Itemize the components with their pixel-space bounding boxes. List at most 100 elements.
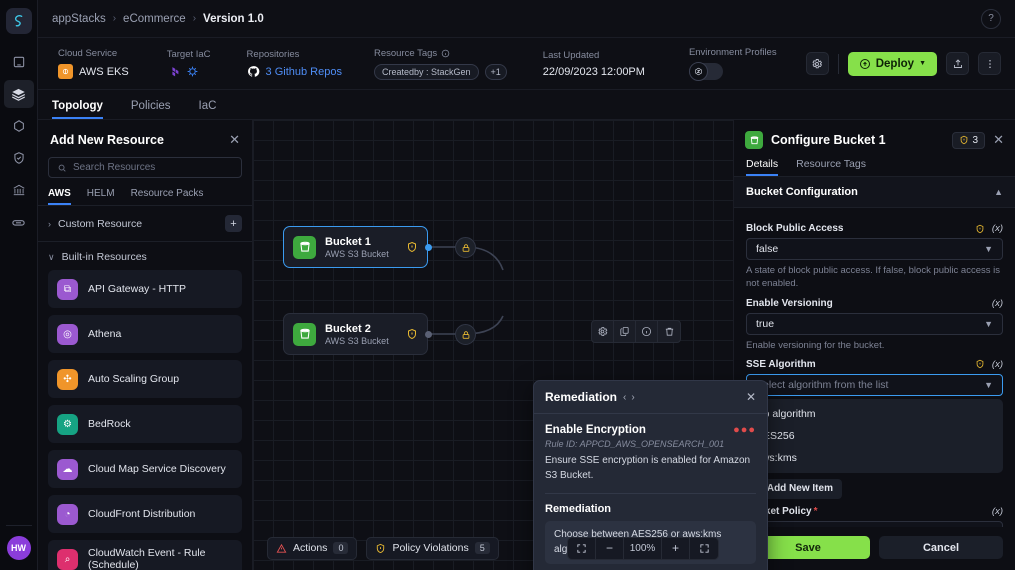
- terraform-icon[interactable]: [167, 65, 180, 78]
- resource-tab-resource-packs[interactable]: Resource Packs: [131, 188, 204, 205]
- resource-tag-overflow[interactable]: +1: [484, 63, 507, 80]
- resource-tag[interactable]: Createdby : StackGen: [373, 63, 479, 80]
- shield-warning-icon[interactable]: [975, 359, 985, 369]
- shield-warning-icon[interactable]: [406, 328, 418, 340]
- enable-versioning-select[interactable]: true ▼: [746, 312, 1003, 335]
- node-subtitle: AWS S3 Bucket: [325, 335, 389, 346]
- zoom-in-button[interactable]: +: [662, 537, 690, 559]
- close-icon[interactable]: ✕: [746, 390, 756, 404]
- list-item[interactable]: ⌕ CloudWatch Event - Rule (Schedule): [48, 540, 242, 570]
- fit-screen-icon[interactable]: [568, 537, 596, 559]
- sse-algorithm-dropdown[interactable]: No algorithm AES256 aws:kms: [746, 398, 1003, 473]
- question-icon[interactable]: ?: [981, 8, 1001, 29]
- list-item[interactable]: ◎ Athena: [48, 315, 242, 353]
- resource-type-icon: ⧉: [57, 278, 78, 300]
- breadcrumb-separator: ›: [192, 13, 197, 24]
- rail-item-docs[interactable]: [4, 48, 34, 76]
- zoom-out-button[interactable]: −: [596, 537, 624, 559]
- chevron-up-icon[interactable]: ▲: [994, 187, 1003, 197]
- aws-eks-icon: [58, 64, 73, 79]
- resource-tab-helm[interactable]: HELM: [87, 188, 115, 205]
- tab-iac[interactable]: IaC: [199, 100, 231, 119]
- list-item-label: Cloud Map Service Discovery: [88, 463, 226, 475]
- expand-icon[interactable]: [690, 538, 718, 559]
- node-bucket-2[interactable]: Bucket 2 AWS S3 Bucket: [283, 313, 428, 355]
- close-icon[interactable]: ✕: [993, 132, 1004, 148]
- cancel-button[interactable]: Cancel: [879, 536, 1003, 559]
- config-tabs: Details Resource Tags: [734, 158, 1015, 177]
- list-item[interactable]: ◔ CloudFront Distribution: [48, 495, 242, 533]
- chevron-right-icon[interactable]: ›: [631, 392, 634, 403]
- field-adornments: (x): [975, 359, 1003, 370]
- list-item-label: CloudFront Distribution: [88, 508, 196, 520]
- list-item[interactable]: ✣ Auto Scaling Group: [48, 360, 242, 398]
- stackgen-logo-icon[interactable]: [5, 8, 32, 34]
- builtin-resources-section[interactable]: ∨ Built-in Resources: [38, 242, 252, 270]
- breadcrumb-item-0[interactable]: appStacks: [52, 13, 106, 25]
- list-item-label: Athena: [88, 328, 122, 340]
- rail-item-governance[interactable]: [4, 176, 34, 204]
- field-hint: Enable versioning for the bucket.: [746, 339, 885, 351]
- badge-count: 3: [972, 134, 979, 146]
- search-input[interactable]: Search Resources: [48, 157, 242, 178]
- resource-tab-aws[interactable]: AWS: [48, 188, 71, 205]
- node-bucket-1[interactable]: Bucket 1 AWS S3 Bucket: [283, 226, 428, 268]
- list-item[interactable]: ⚙ BedRock: [48, 405, 242, 443]
- add-new-item-label: Add New Item: [766, 483, 833, 495]
- status-badge[interactable]: 3: [951, 131, 986, 149]
- gear-icon[interactable]: [805, 52, 829, 75]
- node-port-out-1[interactable]: [425, 244, 432, 251]
- plus-icon[interactable]: +: [225, 215, 242, 232]
- dropdown-option[interactable]: AES256: [746, 425, 1003, 447]
- deploy-button[interactable]: Deploy ▼: [847, 51, 937, 76]
- chevron-left-icon[interactable]: ‹: [623, 392, 626, 403]
- environment-profiles-toggle[interactable]: [688, 62, 723, 81]
- expression-toggle[interactable]: (x): [992, 223, 1003, 234]
- meta-last-updated: Last Updated 22/09/2023 12:00PM: [543, 50, 645, 78]
- dropdown-option[interactable]: aws:kms: [746, 447, 1003, 469]
- application-window: HW appStacks › eCommerce › Version 1.0 ?…: [0, 0, 1015, 570]
- breadcrumb-item-1[interactable]: eCommerce: [123, 13, 186, 25]
- rail-item-stacks[interactable]: [3, 80, 34, 108]
- field-hint: A state of block public access. If false…: [746, 265, 1000, 290]
- resource-list[interactable]: ⧉ API Gateway - HTTP ◎ Athena ✣ Auto Scaling …: [38, 270, 252, 570]
- expression-toggle[interactable]: (x): [992, 359, 1003, 370]
- shield-warning-icon[interactable]: [975, 224, 985, 234]
- rail-item-policies[interactable]: [4, 144, 34, 172]
- resource-type-icon: ⌕: [57, 548, 78, 570]
- share-icon[interactable]: [946, 52, 969, 75]
- dropdown-option[interactable]: No algorithm: [746, 403, 1003, 425]
- node-port-out-2[interactable]: [425, 331, 432, 338]
- info-icon[interactable]: [441, 49, 450, 58]
- block-public-access-select[interactable]: false ▼: [746, 238, 1003, 260]
- kebab-menu-icon[interactable]: [978, 52, 1001, 75]
- avatar[interactable]: HW: [6, 536, 31, 560]
- github-icon: [247, 65, 260, 78]
- meta-cloud-service: Cloud Service AWS EKS: [58, 48, 129, 79]
- helm-icon[interactable]: [186, 65, 199, 78]
- close-icon[interactable]: ✕: [229, 132, 240, 148]
- repositories-link[interactable]: 3 Github Repos: [266, 66, 342, 78]
- tab-policies[interactable]: Policies: [131, 100, 185, 119]
- lock-icon[interactable]: [455, 324, 476, 345]
- sse-algorithm-select[interactable]: Select algorithm from the list ▼: [746, 373, 1003, 396]
- meta-resource-tags: Resource Tags Createdby : StackGen +1: [373, 48, 507, 80]
- breadcrumb-bar: appStacks › eCommerce › Version 1.0 ?: [38, 0, 1015, 38]
- rail-item-resources[interactable]: [4, 112, 34, 140]
- field-block-public-access-row: Block Public Access (x): [746, 223, 1003, 234]
- expression-toggle[interactable]: (x): [992, 298, 1003, 309]
- custom-resource-section[interactable]: › Custom Resource +: [38, 206, 252, 242]
- list-item[interactable]: ⧉ API Gateway - HTTP: [48, 270, 242, 308]
- breadcrumb-item-2: Version 1.0: [203, 12, 264, 25]
- tab-topology[interactable]: Topology: [52, 100, 117, 119]
- shield-warning-icon: [959, 135, 969, 145]
- field-label: SSE Algorithm: [746, 358, 816, 370]
- tab-resource-tags[interactable]: Resource Tags: [796, 158, 866, 176]
- tab-details[interactable]: Details: [746, 158, 779, 176]
- bucket-configuration-section[interactable]: Bucket Configuration ▲: [734, 177, 1015, 208]
- lock-icon[interactable]: [455, 237, 476, 258]
- expression-toggle[interactable]: (x): [992, 506, 1003, 517]
- list-item[interactable]: ☁ Cloud Map Service Discovery: [48, 450, 242, 488]
- rail-item-integrations[interactable]: [4, 208, 34, 236]
- shield-warning-icon[interactable]: [406, 241, 418, 253]
